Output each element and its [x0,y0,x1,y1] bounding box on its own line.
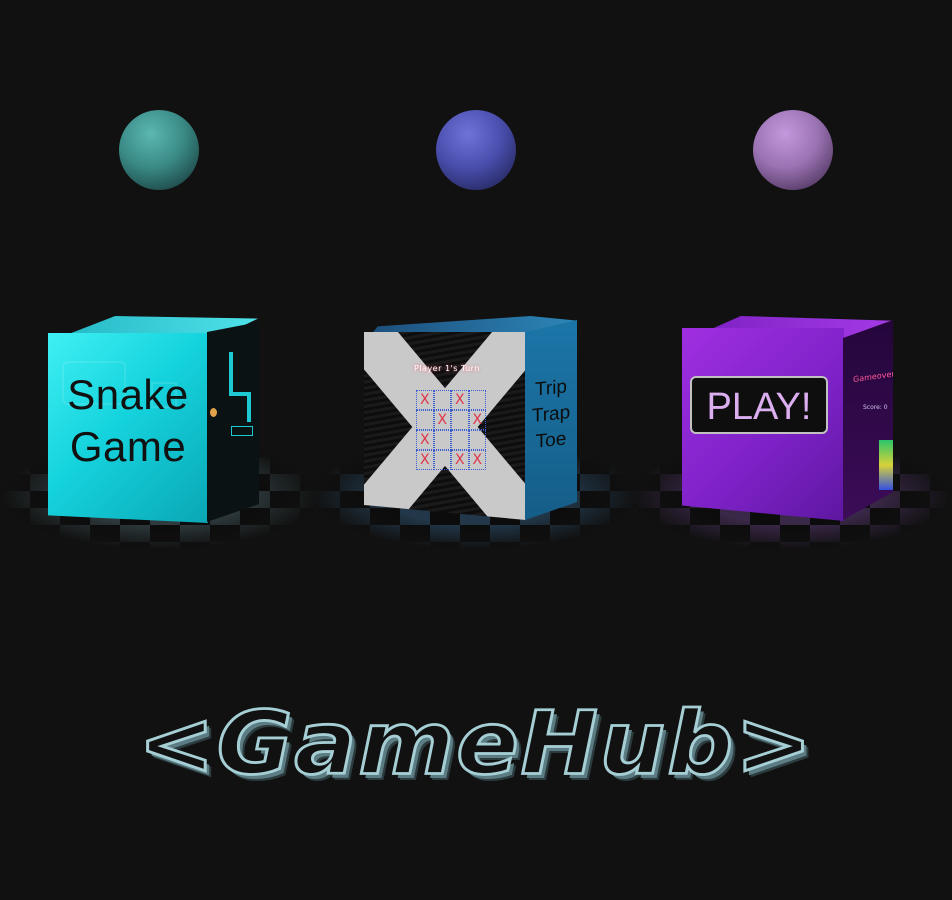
snake-score-box [231,426,253,436]
snake-cube-front[interactable]: □ Snake Game [48,333,208,523]
gamehub-scene: □ Snake Game Player 1's Turn XXXXXXXX Tr… [0,0,952,900]
ttt-cell[interactable]: X [451,450,469,470]
ttt-cube-front[interactable]: Player 1's Turn XXXXXXXX [364,332,526,520]
gameover-text: Gameover! [853,368,893,385]
snake-cube-side [207,322,259,522]
ttt-cell[interactable]: X [416,430,434,450]
ttt-cell[interactable] [468,430,486,450]
ttt-cube-side: Trip Trap Toe [525,320,577,520]
gamehub-title: <GameHub> [136,691,815,796]
snake-title-line1: Snake [67,371,189,418]
ttt-cell[interactable]: X [468,450,486,470]
ttt-cell[interactable] [433,450,451,470]
ttt-cell[interactable] [416,410,434,430]
ttt-cell[interactable]: X [451,390,469,410]
trip-trap-toe-orb[interactable] [436,110,516,190]
play-cube-side: Gameover! Score: 0 [843,320,893,520]
snake-food-icon [210,408,217,417]
ttt-cell[interactable] [451,430,469,450]
ttt-cell[interactable] [433,390,451,410]
score-text: Score: 0 [863,404,888,411]
ttt-cell[interactable] [451,410,469,430]
color-bar [879,440,893,490]
ttt-turn-indicator: Player 1's Turn [414,364,480,373]
ttt-cell[interactable] [468,390,486,410]
play-cube-front[interactable]: PLAY! [682,328,844,521]
snake-orb[interactable] [119,110,199,190]
snake-title-line2: Game [69,423,187,470]
ttt-cell[interactable]: X [416,450,434,470]
ttt-cell[interactable]: X [468,410,486,430]
snake-body-segment [229,352,233,396]
ttt-side-title: Trip Trap Toe [531,376,571,453]
ttt-cell[interactable]: X [416,390,434,410]
ttt-board[interactable]: XXXXXXXX [416,390,486,470]
ttt-cell[interactable]: X [433,410,451,430]
snake-body-segment [247,392,251,422]
play-button[interactable]: PLAY! [690,376,828,434]
play-orb[interactable] [753,110,833,190]
ttt-cell[interactable] [433,430,451,450]
